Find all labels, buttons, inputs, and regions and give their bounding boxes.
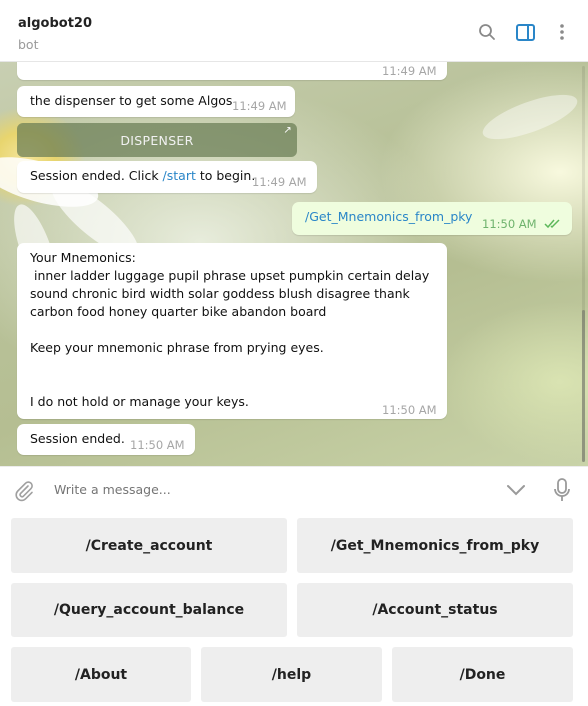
chat-history[interactable]: 11:49 AM the dispenser to get some Algos… — [0, 62, 588, 466]
sidebar-toggle-icon[interactable] — [515, 22, 535, 42]
keyboard-button-help[interactable]: /help — [201, 647, 382, 702]
message-bubble[interactable]: Session ended. Click /start to begin. 11… — [17, 161, 317, 193]
message-time: 11:50 AM — [482, 217, 537, 231]
message-text: the dispenser to get some Algos — [30, 93, 233, 108]
message-time: 11:49 AM — [252, 175, 307, 189]
double-check-read-icon — [544, 216, 562, 234]
message-input[interactable] — [54, 482, 474, 497]
message-time: 11:49 AM — [232, 99, 287, 113]
message-bubble[interactable]: Your Mnemonics: inner ladder luggage pup… — [17, 243, 447, 419]
dispenser-inline-button[interactable]: DISPENSER ↗ — [17, 123, 297, 157]
keyboard-button-about[interactable]: /About — [11, 647, 191, 702]
chat-title[interactable]: algobot20 — [18, 16, 92, 31]
compose-bar — [0, 466, 588, 512]
message-text: Session ended. Click /start to begin. — [30, 167, 255, 185]
chat-header: algobot20 bot — [0, 0, 588, 62]
message-line: I do not hold or manage your keys. — [30, 394, 249, 409]
attach-paperclip-icon[interactable] — [12, 479, 36, 503]
chat-scrollbar-thumb[interactable] — [582, 310, 585, 462]
chat-subtitle: bot — [18, 37, 39, 52]
keyboard-button-get-mnemonics[interactable]: /Get_Mnemonics_from_pky — [297, 518, 573, 573]
mnemonic-line: carbon food honey quarter bike abandon b… — [30, 304, 327, 319]
start-command-link[interactable]: /start — [163, 168, 196, 183]
message-line: Keep your mnemonic phrase from prying ey… — [30, 340, 324, 355]
search-icon[interactable] — [477, 22, 497, 42]
background-petal — [477, 85, 583, 149]
message-line: Your Mnemonics: — [30, 250, 136, 265]
microphone-icon[interactable] — [552, 477, 572, 503]
message-text: Session ended. — [30, 431, 125, 446]
message-time: 11:50 AM — [382, 403, 437, 417]
message-text[interactable]: /Get_Mnemonics_from_pky — [305, 208, 472, 226]
message-text-part: Session ended. Click — [30, 168, 163, 183]
chevron-down-icon[interactable] — [505, 481, 527, 499]
inline-button-label: DISPENSER — [120, 132, 194, 148]
message-bubble[interactable]: Session ended. 11:50 AM — [17, 424, 195, 455]
bot-keyboard: /Create_account /Get_Mnemonics_from_pky … — [0, 512, 588, 706]
message-time: 11:49 AM — [382, 64, 437, 78]
more-vert-icon[interactable] — [552, 22, 572, 42]
external-link-arrow-icon: ↗ — [283, 125, 292, 136]
mnemonic-line: inner ladder luggage pupil phrase upset … — [30, 268, 430, 283]
outgoing-message-bubble[interactable]: /Get_Mnemonics_from_pky 11:50 AM — [292, 202, 572, 235]
message-time: 11:50 AM — [130, 438, 185, 452]
message-bubble[interactable]: 11:49 AM — [17, 62, 447, 80]
keyboard-button-account-status[interactable]: /Account_status — [297, 583, 573, 637]
keyboard-button-create-account[interactable]: /Create_account — [11, 518, 287, 573]
message-text: Your Mnemonics: inner ladder luggage pup… — [30, 249, 440, 411]
keyboard-button-query-balance[interactable]: /Query_account_balance — [11, 583, 287, 637]
message-bubble[interactable]: the dispenser to get some Algos 11:49 AM — [17, 86, 295, 117]
keyboard-button-done[interactable]: /Done — [392, 647, 573, 702]
message-text-part: to begin. — [195, 168, 256, 183]
mnemonic-line: sound chronic bird width solar goddess b… — [30, 286, 410, 301]
